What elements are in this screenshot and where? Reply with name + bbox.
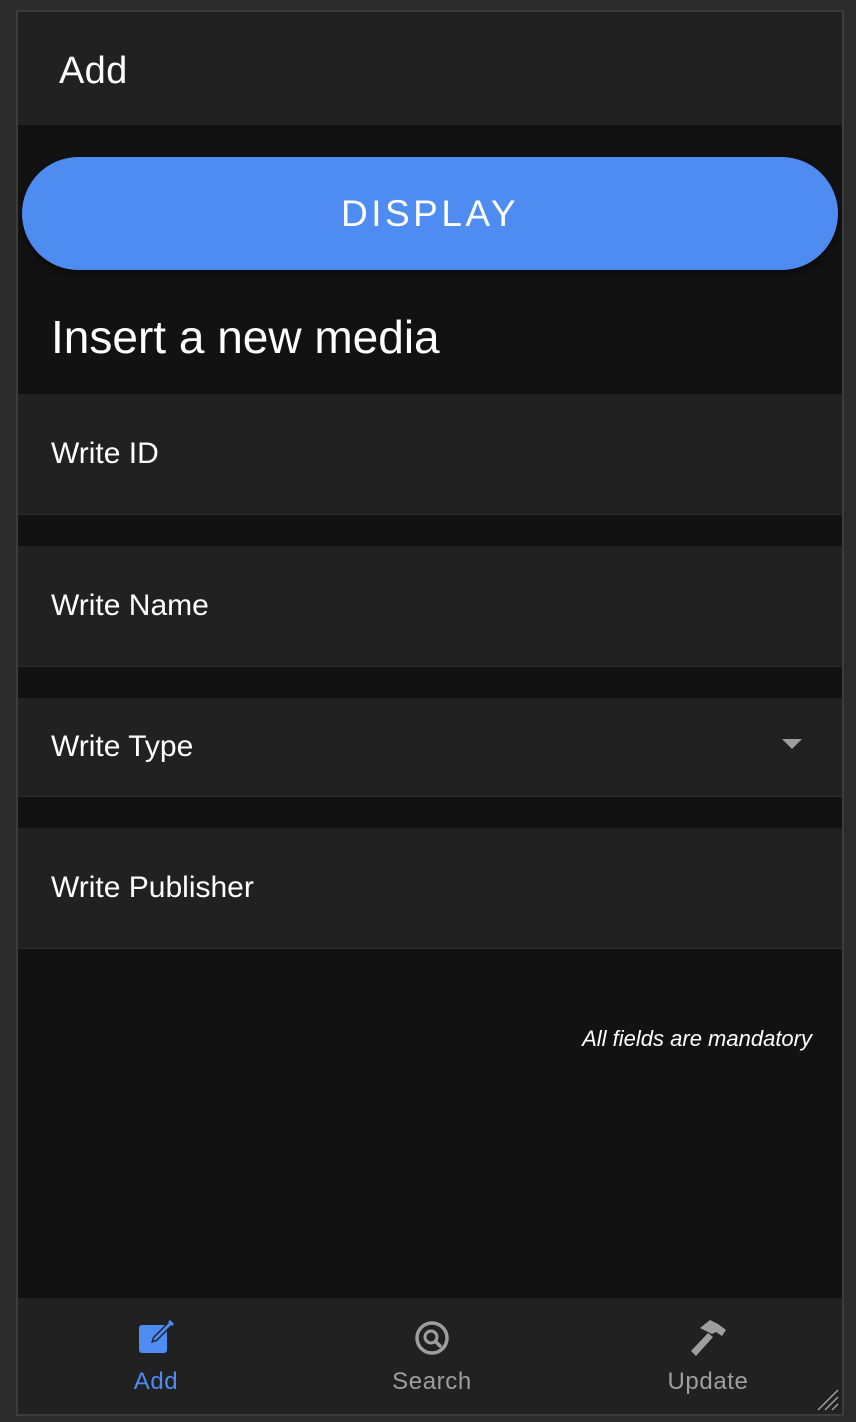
app-bar: Add: [18, 12, 842, 125]
name-input[interactable]: [51, 546, 809, 666]
publisher-field[interactable]: [18, 828, 842, 949]
dropdown-arrow-icon[interactable]: [782, 739, 802, 749]
publisher-input[interactable]: [51, 828, 809, 948]
app-window: Add DISPLAY Insert a new media Write Typ…: [16, 10, 844, 1416]
nav-item-update[interactable]: Update: [570, 1298, 842, 1414]
nav-label-search: Search: [392, 1368, 472, 1395]
id-input[interactable]: [51, 394, 809, 514]
id-field[interactable]: [18, 394, 842, 515]
form-heading: Insert a new media: [51, 311, 440, 363]
nav-item-search[interactable]: Search: [294, 1298, 570, 1414]
nav-label-add: Add: [133, 1368, 179, 1395]
name-field[interactable]: [18, 546, 842, 667]
mandatory-hint: All fields are mandatory: [582, 1026, 812, 1051]
display-button[interactable]: DISPLAY: [22, 157, 838, 270]
edit-icon: [139, 1320, 174, 1353]
nav-label-update: Update: [667, 1368, 749, 1395]
type-select[interactable]: Write Type: [18, 698, 842, 797]
bottom-navigation: Add Search Update: [18, 1298, 842, 1414]
search-icon: [415, 1321, 449, 1355]
hammer-icon: [691, 1320, 726, 1356]
type-select-label: Write Type: [51, 730, 194, 763]
display-button-label: DISPLAY: [340, 192, 520, 234]
nav-item-add[interactable]: Add: [18, 1298, 294, 1414]
page-title: Add: [59, 50, 128, 92]
resize-grip-icon[interactable]: [814, 1386, 840, 1412]
